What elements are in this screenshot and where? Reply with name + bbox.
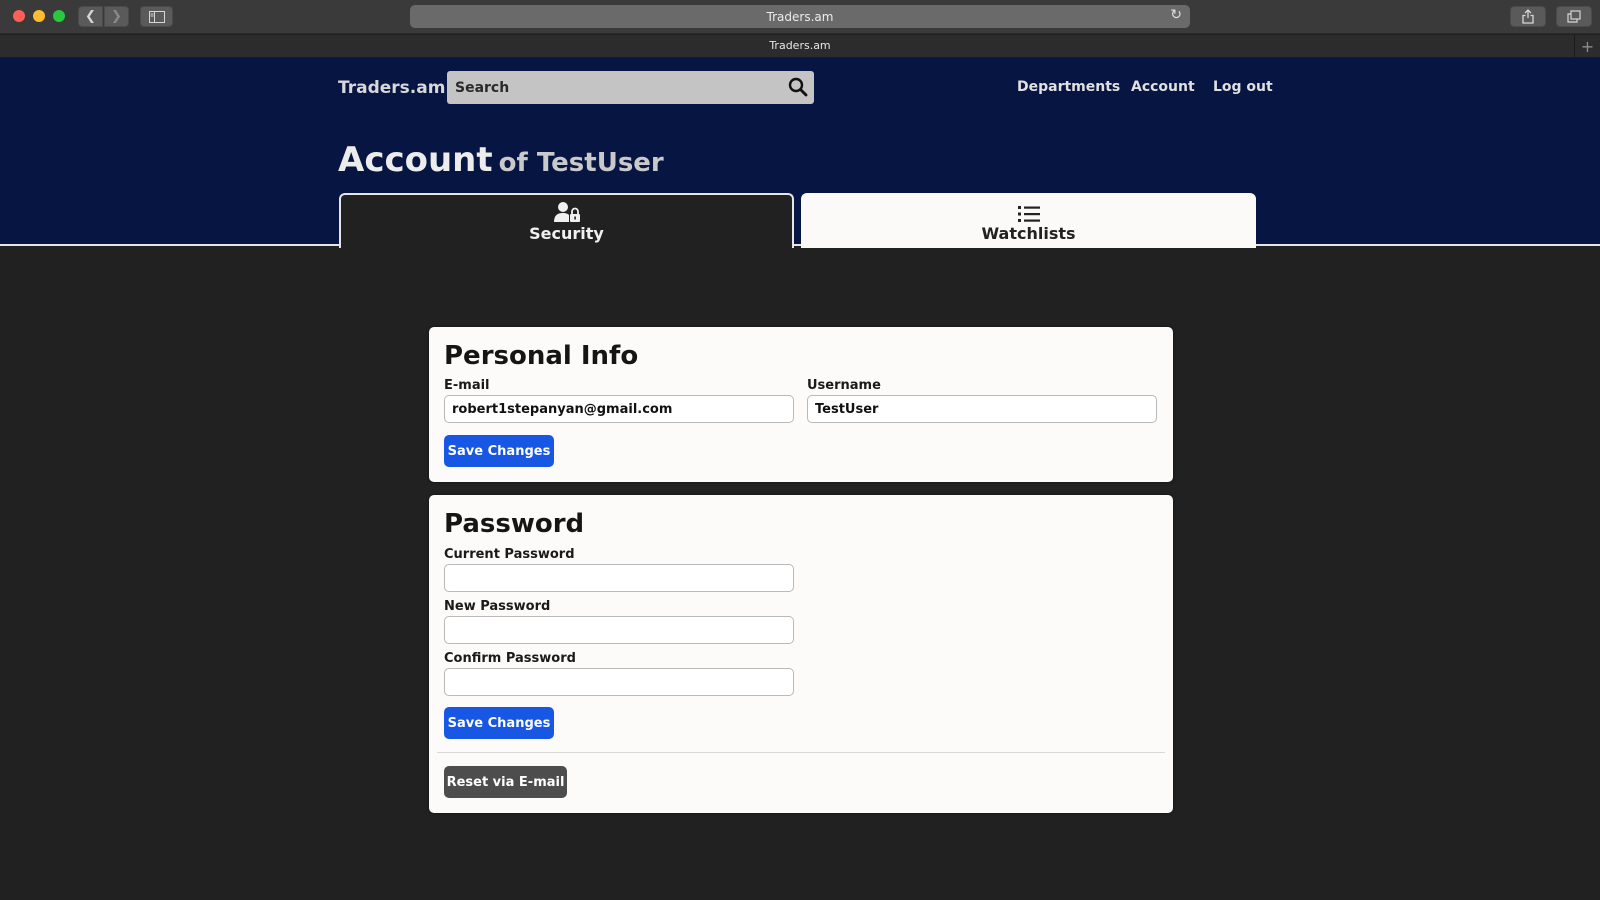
maximize-window-button[interactable] bbox=[53, 10, 65, 22]
tab-watchlists[interactable]: Watchlists bbox=[801, 193, 1256, 248]
username-field[interactable] bbox=[807, 395, 1157, 423]
username-label: Username bbox=[807, 378, 881, 393]
reload-icon[interactable]: ↻ bbox=[1170, 7, 1182, 23]
share-icon bbox=[1522, 9, 1534, 24]
new-password-field[interactable] bbox=[444, 616, 794, 644]
search-icon[interactable] bbox=[788, 77, 808, 97]
password-card: Password Current Password New Password C… bbox=[429, 495, 1173, 813]
sidebar-icon bbox=[148, 10, 165, 23]
email-field[interactable] bbox=[444, 395, 794, 423]
confirm-password-field[interactable] bbox=[444, 668, 794, 696]
tab-security-label: Security bbox=[529, 224, 604, 243]
tabs-icon bbox=[1567, 10, 1581, 23]
browser-toolbar: ❮ ❯ Traders.am ↻ bbox=[0, 0, 1600, 34]
user-lock-icon bbox=[553, 202, 580, 222]
tab-security[interactable]: Security bbox=[339, 193, 794, 248]
page-title-main: Account bbox=[338, 140, 493, 180]
back-button[interactable]: ❮ bbox=[78, 6, 103, 27]
site-logo[interactable]: Traders.am bbox=[338, 78, 445, 98]
sidebar-toggle-button[interactable] bbox=[140, 6, 173, 27]
chevron-right-icon: ❯ bbox=[111, 9, 122, 24]
save-password-button[interactable]: Save Changes bbox=[444, 707, 554, 739]
page-title: Account of TestUser bbox=[338, 140, 664, 180]
address-bar[interactable]: Traders.am ↻ bbox=[410, 5, 1190, 28]
new-password-label: New Password bbox=[444, 599, 551, 614]
search-bar bbox=[447, 71, 814, 104]
show-tabs-button[interactable] bbox=[1556, 6, 1592, 27]
personal-info-title: Personal Info bbox=[444, 341, 639, 371]
divider bbox=[437, 752, 1165, 753]
nav-link-departments[interactable]: Departments bbox=[1017, 79, 1120, 95]
close-window-button[interactable] bbox=[13, 10, 25, 22]
share-button[interactable] bbox=[1510, 6, 1546, 27]
new-tab-button[interactable]: + bbox=[1574, 35, 1600, 58]
tab-watchlists-label: Watchlists bbox=[981, 224, 1076, 243]
personal-info-card: Personal Info E-mail Username Save Chang… bbox=[429, 327, 1173, 482]
password-title: Password bbox=[444, 509, 585, 539]
page-title-user: of TestUser bbox=[498, 148, 664, 178]
nav-link-logout[interactable]: Log out bbox=[1213, 79, 1273, 95]
address-bar-url: Traders.am bbox=[766, 9, 834, 24]
forward-button[interactable]: ❯ bbox=[104, 6, 129, 27]
browser-tab[interactable]: Traders.am bbox=[0, 39, 1600, 52]
site-header: Traders.am Departments Account Log out A… bbox=[0, 58, 1600, 248]
search-input[interactable] bbox=[447, 71, 777, 104]
current-password-label: Current Password bbox=[444, 547, 575, 562]
browser-tab-bar: Traders.am + bbox=[0, 35, 1600, 58]
current-password-field[interactable] bbox=[444, 564, 794, 592]
reset-via-email-button[interactable]: Reset via E-mail bbox=[444, 766, 567, 798]
save-personal-info-button[interactable]: Save Changes bbox=[444, 435, 554, 467]
minimize-window-button[interactable] bbox=[33, 10, 45, 22]
chevron-left-icon: ❮ bbox=[85, 9, 96, 24]
confirm-password-label: Confirm Password bbox=[444, 651, 576, 666]
nav-link-account[interactable]: Account bbox=[1131, 79, 1195, 95]
list-icon bbox=[1017, 206, 1040, 222]
email-label: E-mail bbox=[444, 378, 490, 393]
